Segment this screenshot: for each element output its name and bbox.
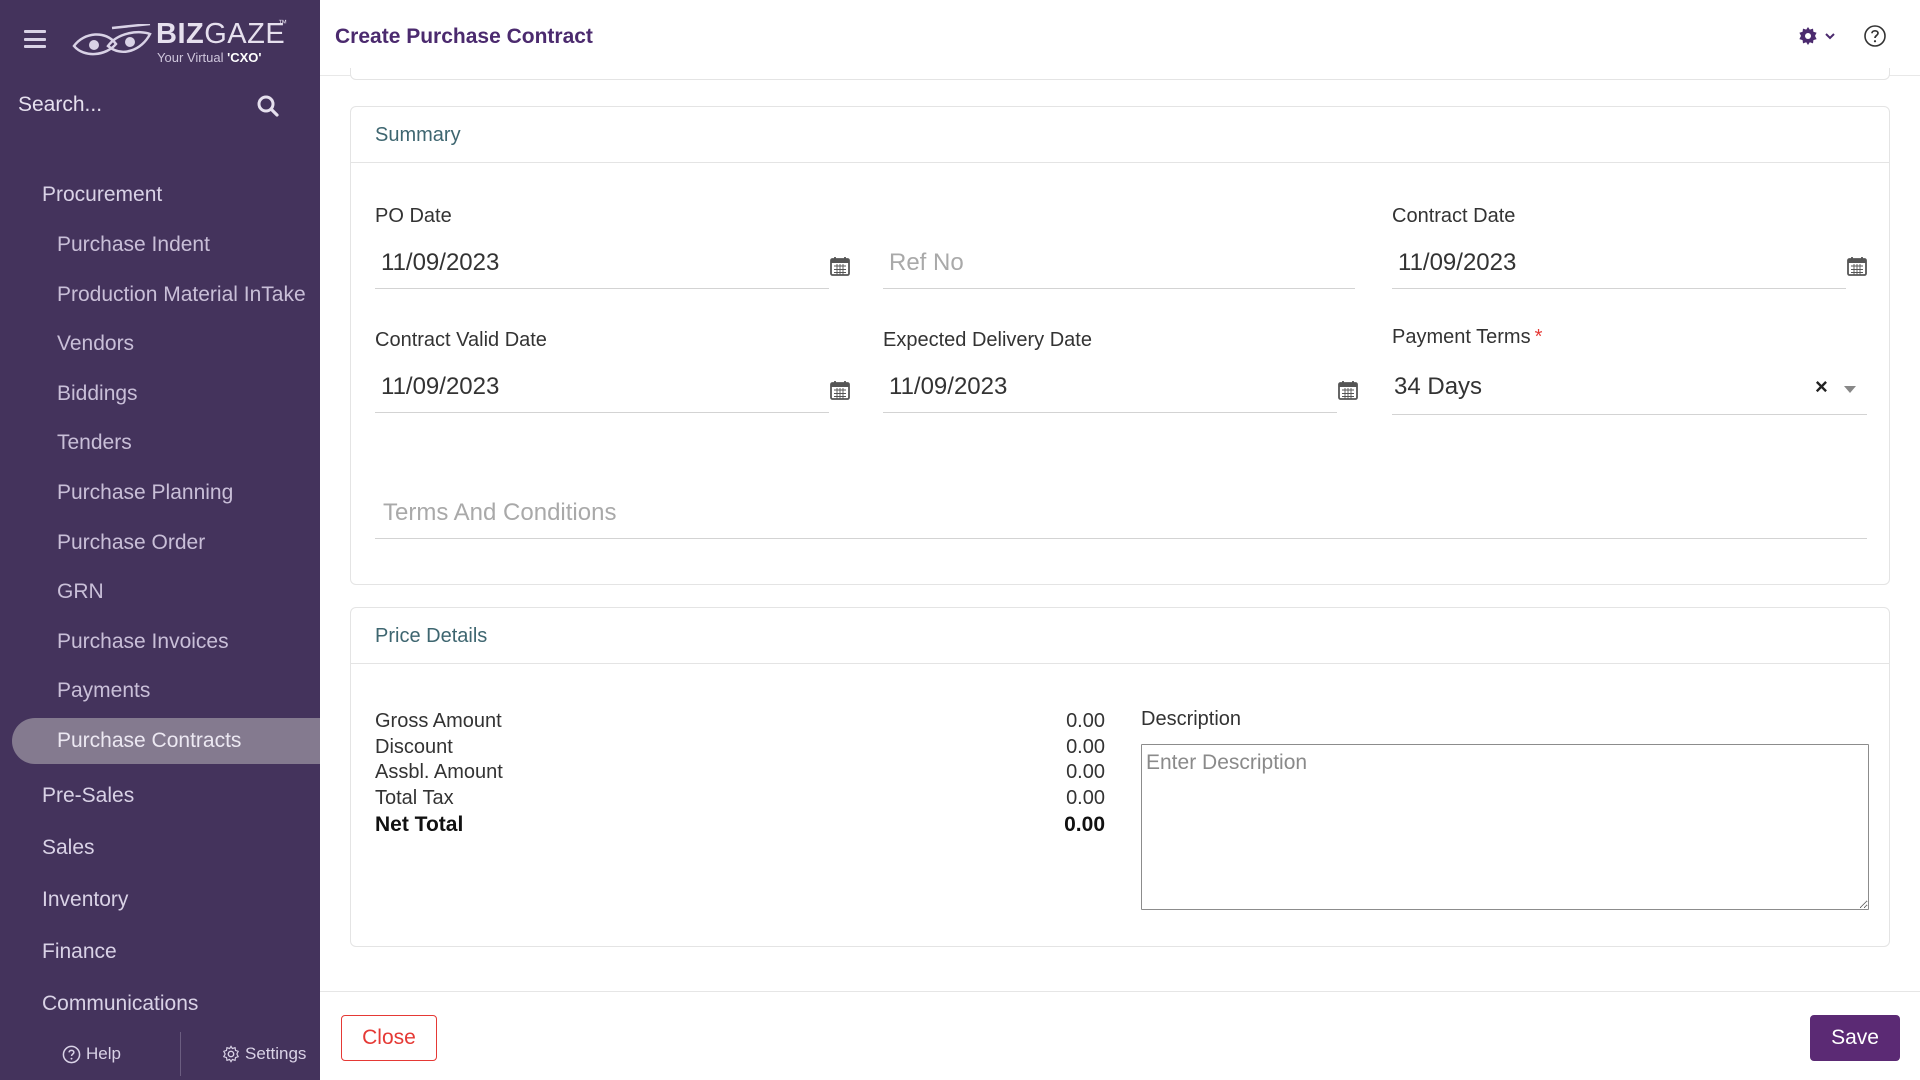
sidebar-item-inventory[interactable]: Inventory [0, 874, 320, 926]
settings-dropdown[interactable] [1798, 26, 1836, 46]
sidebar-item-purchase-invoices[interactable]: Purchase Invoices [0, 617, 320, 667]
action-bar: Close Save [320, 991, 1920, 1080]
contract-date-input[interactable] [1392, 239, 1846, 287]
sidebar-search [18, 88, 286, 122]
sidebar-item-sales[interactable]: Sales [0, 822, 320, 874]
sidebar: BIZGAZE ™ Your Virtual 'CXO' Procurement… [0, 0, 320, 1080]
description-textarea[interactable] [1141, 744, 1869, 910]
sidebar-item-payments[interactable]: Payments [0, 666, 320, 716]
summary-title: Summary [351, 107, 1889, 163]
contract-valid-date-label: Contract Valid Date [375, 329, 547, 351]
sidebar-footer: Help Settings [0, 1030, 320, 1080]
brand-tagline: Your Virtual 'CXO' [157, 50, 262, 65]
hamburger-icon[interactable] [24, 30, 46, 48]
price-label: Net Total [375, 812, 464, 836]
logo-eyes-icon [72, 24, 152, 56]
expected-delivery-date-label: Expected Delivery Date [883, 329, 1092, 351]
sidebar-item-purchase-order[interactable]: Purchase Order [0, 518, 320, 568]
sidebar-item-procurement[interactable]: Procurement [0, 170, 320, 220]
ref-no-input[interactable] [883, 239, 1355, 287]
sidebar-item-biddings[interactable]: Biddings [0, 369, 320, 419]
contract-valid-date-field[interactable] [375, 363, 829, 413]
sidebar-item-purchase-indent[interactable]: Purchase Indent [0, 220, 320, 270]
price-value: 0.00 [1066, 735, 1105, 758]
price-details-section: Price Details Gross Amount 0.00 Discount 0.… [350, 607, 1890, 947]
summary-section: Summary PO Date Contract Date [350, 106, 1890, 585]
expected-delivery-date-input[interactable] [883, 363, 1337, 411]
price-value: 0.00 [1064, 812, 1105, 836]
calendar-icon[interactable] [1337, 379, 1359, 401]
main-content: Create Purchase Contract Summary PO Date [320, 0, 1920, 1080]
help-circle-icon[interactable] [1863, 24, 1887, 48]
form-scroll-area[interactable]: Summary PO Date Contract Date [320, 68, 1920, 991]
sidebar-item-communications[interactable]: Communications [0, 978, 320, 1030]
contract-date-field[interactable] [1392, 239, 1846, 289]
brand-name: BIZGAZE [156, 18, 286, 50]
price-value: 0.00 [1066, 710, 1105, 732]
terms-and-conditions-input[interactable] [375, 489, 1867, 537]
sidebar-item-pre-sales[interactable]: Pre-Sales [0, 770, 320, 822]
calendar-icon[interactable] [1846, 255, 1868, 277]
payment-terms-value: 34 Days [1394, 373, 1483, 400]
po-date-label: PO Date [375, 205, 452, 227]
expected-delivery-date-field[interactable] [883, 363, 1337, 413]
price-value: 0.00 [1066, 761, 1105, 784]
description-label: Description [1141, 708, 1242, 730]
help-label: Help [86, 1044, 121, 1063]
caret-down-icon[interactable] [1844, 386, 1856, 393]
price-row-net-total: Net Total 0.00 [375, 813, 1105, 843]
sidebar-item-finance[interactable]: Finance [0, 926, 320, 978]
sidebar-menu: Procurement Purchase Indent Production Mat… [0, 170, 320, 1030]
price-label: Discount [375, 735, 453, 758]
brand-logo[interactable]: BIZGAZE ™ Your Virtual 'CXO' [72, 18, 292, 68]
po-date-field[interactable] [375, 239, 829, 289]
footer-divider [180, 1032, 181, 1076]
sidebar-header: BIZGAZE ™ Your Virtual 'CXO' [0, 0, 320, 80]
price-value: 0.00 [1066, 787, 1105, 810]
sidebar-item-grn[interactable]: GRN [0, 567, 320, 617]
ref-no-field[interactable] [883, 239, 1355, 289]
sidebar-item-purchase-contracts[interactable]: Purchase Contracts [12, 717, 320, 764]
price-label: Gross Amount [375, 710, 502, 732]
sidebar-item-purchase-planning[interactable]: Purchase Planning [0, 468, 320, 518]
save-button[interactable]: Save [1810, 1015, 1900, 1061]
page-header: Create Purchase Contract [320, 0, 1920, 76]
price-label: Total Tax [375, 787, 454, 810]
clear-x-icon[interactable]: × [1815, 374, 1828, 400]
payment-terms-select[interactable]: 34 Days × [1392, 363, 1867, 415]
settings-link[interactable]: Settings [222, 1044, 306, 1064]
sidebar-item-production-material-intake[interactable]: Production Material InTake [0, 270, 320, 320]
sidebar-search-input[interactable] [18, 90, 248, 120]
gear-icon [1799, 27, 1817, 45]
close-button[interactable]: Close [341, 1015, 437, 1061]
calendar-icon[interactable] [829, 255, 851, 277]
search-icon[interactable] [256, 94, 280, 118]
settings-label: Settings [245, 1044, 307, 1063]
price-details-title: Price Details [351, 608, 1889, 664]
payment-terms-label: Payment Terms * [1392, 326, 1543, 348]
sidebar-item-vendors[interactable]: Vendors [0, 319, 320, 369]
contract-date-label: Contract Date [1392, 205, 1516, 227]
chevron-down-icon [1825, 33, 1835, 40]
help-circle-icon [62, 1045, 81, 1063]
previous-section-edge [350, 68, 1890, 80]
brand-trademark: ™ [278, 18, 287, 28]
sidebar-item-tenders[interactable]: Tenders [0, 418, 320, 468]
calendar-icon[interactable] [829, 379, 851, 401]
help-link[interactable]: Help [62, 1044, 121, 1064]
gear-icon [222, 1045, 240, 1063]
required-asterisk: * [1534, 326, 1543, 348]
po-date-input[interactable] [375, 239, 829, 287]
price-label: Assbl. Amount [375, 761, 503, 784]
contract-valid-date-input[interactable] [375, 363, 829, 411]
page-title: Create Purchase Contract [335, 25, 593, 48]
terms-and-conditions-field[interactable] [375, 489, 1867, 539]
